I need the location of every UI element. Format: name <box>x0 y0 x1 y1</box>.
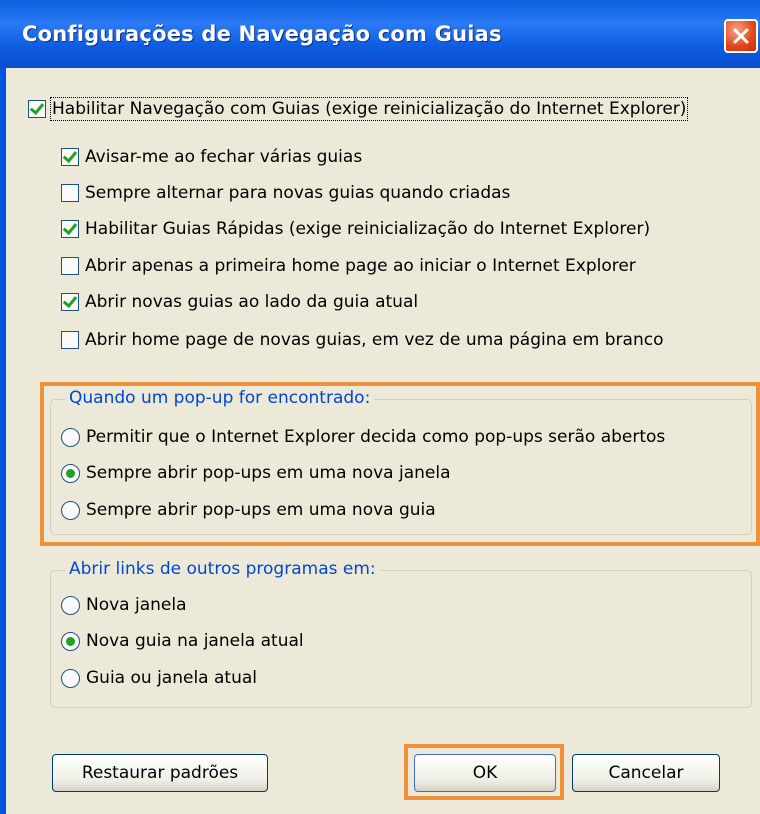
option-first-home-page[interactable]: Abrir apenas a primeira home page ao ini… <box>61 253 636 279</box>
option-quick-tabs[interactable]: Habilitar Guias Rápidas (exige reinicial… <box>61 216 650 242</box>
popup-option-new-window[interactable]: Sempre abrir pop-ups em uma nova janela <box>61 460 451 486</box>
popup-option-new-tab[interactable]: Sempre abrir pop-ups em uma nova guia <box>61 497 436 523</box>
option-home-page-new-tabs[interactable]: Abrir home page de novas guias, em vez d… <box>61 327 663 353</box>
checkbox-box[interactable] <box>61 331 79 349</box>
restore-defaults-button[interactable]: Restaurar padrões <box>52 754 268 792</box>
option-new-tabs-next[interactable]: Abrir novas guias ao lado da guia atual <box>61 289 418 315</box>
links-option-new-window[interactable]: Nova janela <box>61 592 187 618</box>
window-title: Configurações de Navegação com Guias <box>22 22 502 46</box>
enable-tabs-checkbox[interactable]: Habilitar Navegação com Guias (exige rei… <box>28 96 689 122</box>
radio-button[interactable] <box>61 631 80 651</box>
radio-label: Nova guia na janela atual <box>86 631 304 651</box>
popup-group-legend: Quando um pop-up for encontrado: <box>65 388 375 408</box>
radio-label: Nova janela <box>86 595 187 615</box>
option-label: Abrir home page de novas guias, em vez d… <box>85 330 664 350</box>
popup-option-ie-decides[interactable]: Permitir que o Internet Explorer decida … <box>61 424 665 450</box>
radio-label: Guia ou janela atual <box>86 668 257 688</box>
enable-tabs-label: Habilitar Navegação com Guias (exige rei… <box>49 97 689 121</box>
radio-label: Sempre abrir pop-ups em uma nova janela <box>86 463 451 483</box>
checkbox-box[interactable] <box>28 100 46 118</box>
radio-button[interactable] <box>61 463 80 483</box>
links-option-new-tab[interactable]: Nova guia na janela atual <box>61 628 304 654</box>
option-always-switch[interactable]: Sempre alternar para novas guias quando … <box>61 180 510 206</box>
checkbox-box[interactable] <box>61 257 79 275</box>
checkbox-box[interactable] <box>61 293 79 311</box>
checkbox-box[interactable] <box>61 220 79 238</box>
dialog-window: Configurações de Navegação com Guias Hab… <box>0 0 760 814</box>
radio-button[interactable] <box>61 595 80 615</box>
title-bar[interactable]: Configurações de Navegação com Guias <box>0 0 760 68</box>
radio-button[interactable] <box>61 500 80 520</box>
option-warn-close-tabs[interactable]: Avisar-me ao fechar várias guias <box>61 144 362 170</box>
radio-label: Permitir que o Internet Explorer decida … <box>86 427 666 447</box>
ok-button[interactable]: OK <box>414 754 556 792</box>
option-label: Abrir novas guias ao lado da guia atual <box>85 292 419 312</box>
close-button[interactable] <box>724 19 758 53</box>
radio-button[interactable] <box>61 427 80 447</box>
radio-button[interactable] <box>61 668 80 688</box>
checkbox-box[interactable] <box>61 184 79 202</box>
close-icon <box>733 28 749 44</box>
option-label: Avisar-me ao fechar várias guias <box>85 147 363 167</box>
links-option-current[interactable]: Guia ou janela atual <box>61 665 257 691</box>
links-group-legend: Abrir links de outros programas em: <box>65 559 380 579</box>
option-label: Abrir apenas a primeira home page ao ini… <box>85 256 636 276</box>
cancel-button[interactable]: Cancelar <box>572 754 720 792</box>
option-label: Sempre alternar para novas guias quando … <box>85 183 511 203</box>
checkbox-box[interactable] <box>61 148 79 166</box>
option-label: Habilitar Guias Rápidas (exige reinicial… <box>85 219 651 239</box>
dialog-body: Habilitar Navegação com Guias (exige rei… <box>6 68 760 814</box>
radio-label: Sempre abrir pop-ups em uma nova guia <box>86 500 436 520</box>
